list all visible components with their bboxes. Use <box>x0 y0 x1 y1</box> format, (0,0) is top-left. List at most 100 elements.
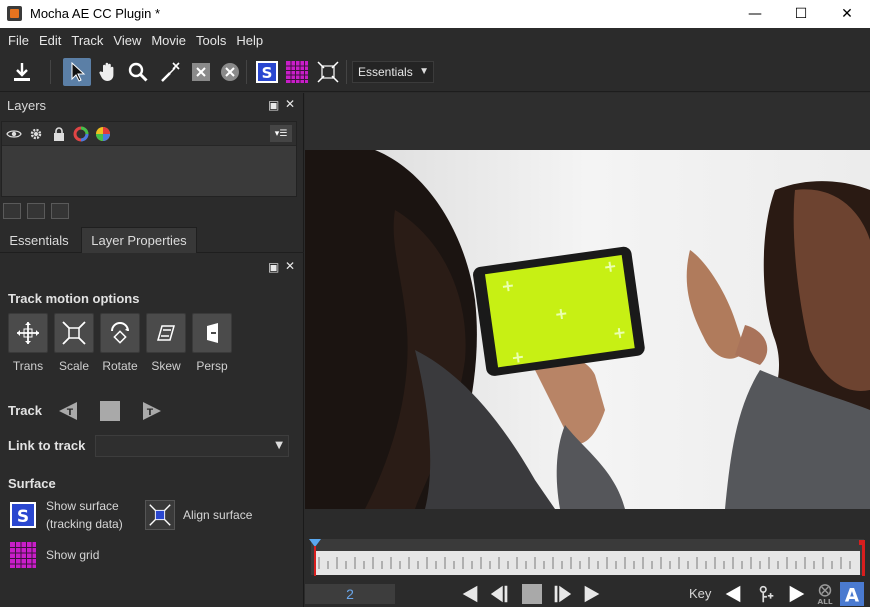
add-key-button[interactable] <box>754 582 778 606</box>
maximize-button[interactable]: ☐ <box>778 0 824 28</box>
motion-persp-button[interactable] <box>192 313 232 353</box>
motion-rotate-button[interactable] <box>100 313 140 353</box>
left-panel: Layers ▣ ✕ ▾☰ Essentials Layer Propertie… <box>0 93 304 607</box>
svg-text:S: S <box>262 64 273 82</box>
align-surface-button[interactable] <box>145 500 175 530</box>
tab-essentials[interactable]: Essentials <box>0 227 78 253</box>
x-spline-layer-icon[interactable] <box>187 58 215 86</box>
motion-label-skew: Skew <box>151 359 181 373</box>
stop-button[interactable] <box>520 582 544 606</box>
align-surface-icon[interactable] <box>314 58 342 86</box>
workspace-select[interactable]: Essentials ▼ <box>352 61 434 83</box>
track-label: Track <box>8 403 42 418</box>
perspective-icon <box>207 323 218 343</box>
playhead-marker[interactable] <box>307 538 323 578</box>
motion-scale-button[interactable] <box>54 313 94 353</box>
current-frame-field[interactable]: 2 <box>305 584 395 604</box>
delete-all-keys-button[interactable]: ALL <box>813 582 837 606</box>
align-surface-label: Align surface <box>183 508 253 522</box>
show-surface-icon: S <box>10 502 36 528</box>
close-panel-icon[interactable]: ✕ <box>285 97 295 111</box>
autokey-button[interactable]: A <box>840 582 864 606</box>
rotate-icon <box>111 322 129 344</box>
settings-gear-icon[interactable] <box>28 126 44 142</box>
play-forward-button[interactable] <box>580 582 604 606</box>
stop-square-icon <box>100 401 120 421</box>
show-surface-label-line1: Show surface <box>46 499 119 513</box>
viewer-panel[interactable] <box>305 93 870 509</box>
scale-icon <box>62 321 86 345</box>
layers-list[interactable]: ▾☰ <box>1 121 297 197</box>
show-grid-icon[interactable] <box>283 58 311 86</box>
close-panel-icon[interactable]: ✕ <box>285 259 295 273</box>
tab-layer-properties[interactable]: Layer Properties <box>81 227 197 253</box>
step-back-icon <box>462 585 478 603</box>
go-to-start-button[interactable] <box>458 582 482 606</box>
motion-skew-button[interactable] <box>146 313 186 353</box>
delete-layer-button[interactable] <box>51 203 69 219</box>
workspace-select-value: Essentials <box>358 65 413 79</box>
menu-bar: File Edit Track View Movie Tools Help <box>0 28 870 52</box>
menu-view[interactable]: View <box>109 33 145 48</box>
show-surface-icon[interactable]: S <box>253 58 281 86</box>
show-surface-button[interactable]: S <box>8 500 38 530</box>
menu-file[interactable]: File <box>4 33 33 48</box>
save-icon[interactable] <box>8 58 36 86</box>
select-arrow-icon[interactable] <box>63 58 91 86</box>
menu-track[interactable]: Track <box>67 33 107 48</box>
track-backwards-icon: T <box>59 402 77 420</box>
close-button[interactable]: ✕ <box>824 0 870 28</box>
show-grid-button[interactable] <box>8 540 38 570</box>
delete-point-icon[interactable] <box>216 58 244 86</box>
title-bar: Mocha AE CC Plugin * — ☐ ✕ <box>0 0 870 28</box>
menu-edit[interactable]: Edit <box>35 33 65 48</box>
motion-trans-button[interactable] <box>8 313 48 353</box>
out-point-marker[interactable] <box>855 538 867 578</box>
mocha-app-icon <box>7 6 22 21</box>
link-to-track-label: Link to track <box>8 438 86 453</box>
motion-label-trans: Trans <box>12 359 44 373</box>
show-grid-icon <box>10 542 36 568</box>
toolbar-divider <box>346 60 347 84</box>
video-frame[interactable] <box>305 150 870 509</box>
layers-column-header: ▾☰ <box>2 122 296 146</box>
ruler-ticks <box>318 557 851 569</box>
zoom-icon[interactable] <box>124 58 152 86</box>
show-surface-label-line2: (tracking data) <box>46 517 123 531</box>
svg-text:T: T <box>147 408 154 418</box>
previous-key-icon <box>725 585 741 603</box>
duplicate-layer-button[interactable] <box>27 203 45 219</box>
previous-key-button[interactable] <box>721 582 745 606</box>
stop-tracking-button[interactable] <box>99 400 121 422</box>
previous-frame-button[interactable] <box>488 582 512 606</box>
next-key-button[interactable] <box>785 582 809 606</box>
menu-movie[interactable]: Movie <box>147 33 190 48</box>
motion-label-rotate: Rotate <box>102 359 138 373</box>
svg-text:S: S <box>17 507 29 527</box>
track-forwards-button[interactable]: T <box>141 400 163 422</box>
layer-color-ring-icon[interactable] <box>73 126 89 142</box>
track-forwards-icon: T <box>143 402 161 420</box>
minimize-button[interactable]: — <box>732 0 778 28</box>
chevron-down-icon: ▼ <box>275 440 283 451</box>
new-layer-folder-button[interactable] <box>3 203 21 219</box>
add-x-spline-icon[interactable] <box>156 58 184 86</box>
motion-label-persp: Persp <box>196 359 228 373</box>
menu-help[interactable]: Help <box>232 33 267 48</box>
timeline-ruler[interactable] <box>315 551 860 575</box>
visibility-eye-icon[interactable] <box>6 126 22 142</box>
add-keyframe-icon <box>759 585 774 603</box>
previous-frame-icon <box>490 585 508 603</box>
lock-icon[interactable] <box>51 126 67 142</box>
chevron-down-icon: ▼ <box>419 66 429 77</box>
float-panel-icon[interactable]: ▣ <box>268 98 279 112</box>
link-to-track-select[interactable]: ▼ <box>95 435 289 457</box>
float-panel-icon[interactable]: ▣ <box>268 260 279 274</box>
track-backwards-button[interactable]: T <box>57 400 79 422</box>
layers-menu-button[interactable]: ▾☰ <box>270 125 292 142</box>
hand-icon[interactable] <box>94 58 122 86</box>
next-frame-button[interactable] <box>550 582 574 606</box>
menu-tools[interactable]: Tools <box>192 33 230 48</box>
autokey-a-icon: A <box>845 585 860 605</box>
color-wheel-icon[interactable] <box>95 126 111 142</box>
